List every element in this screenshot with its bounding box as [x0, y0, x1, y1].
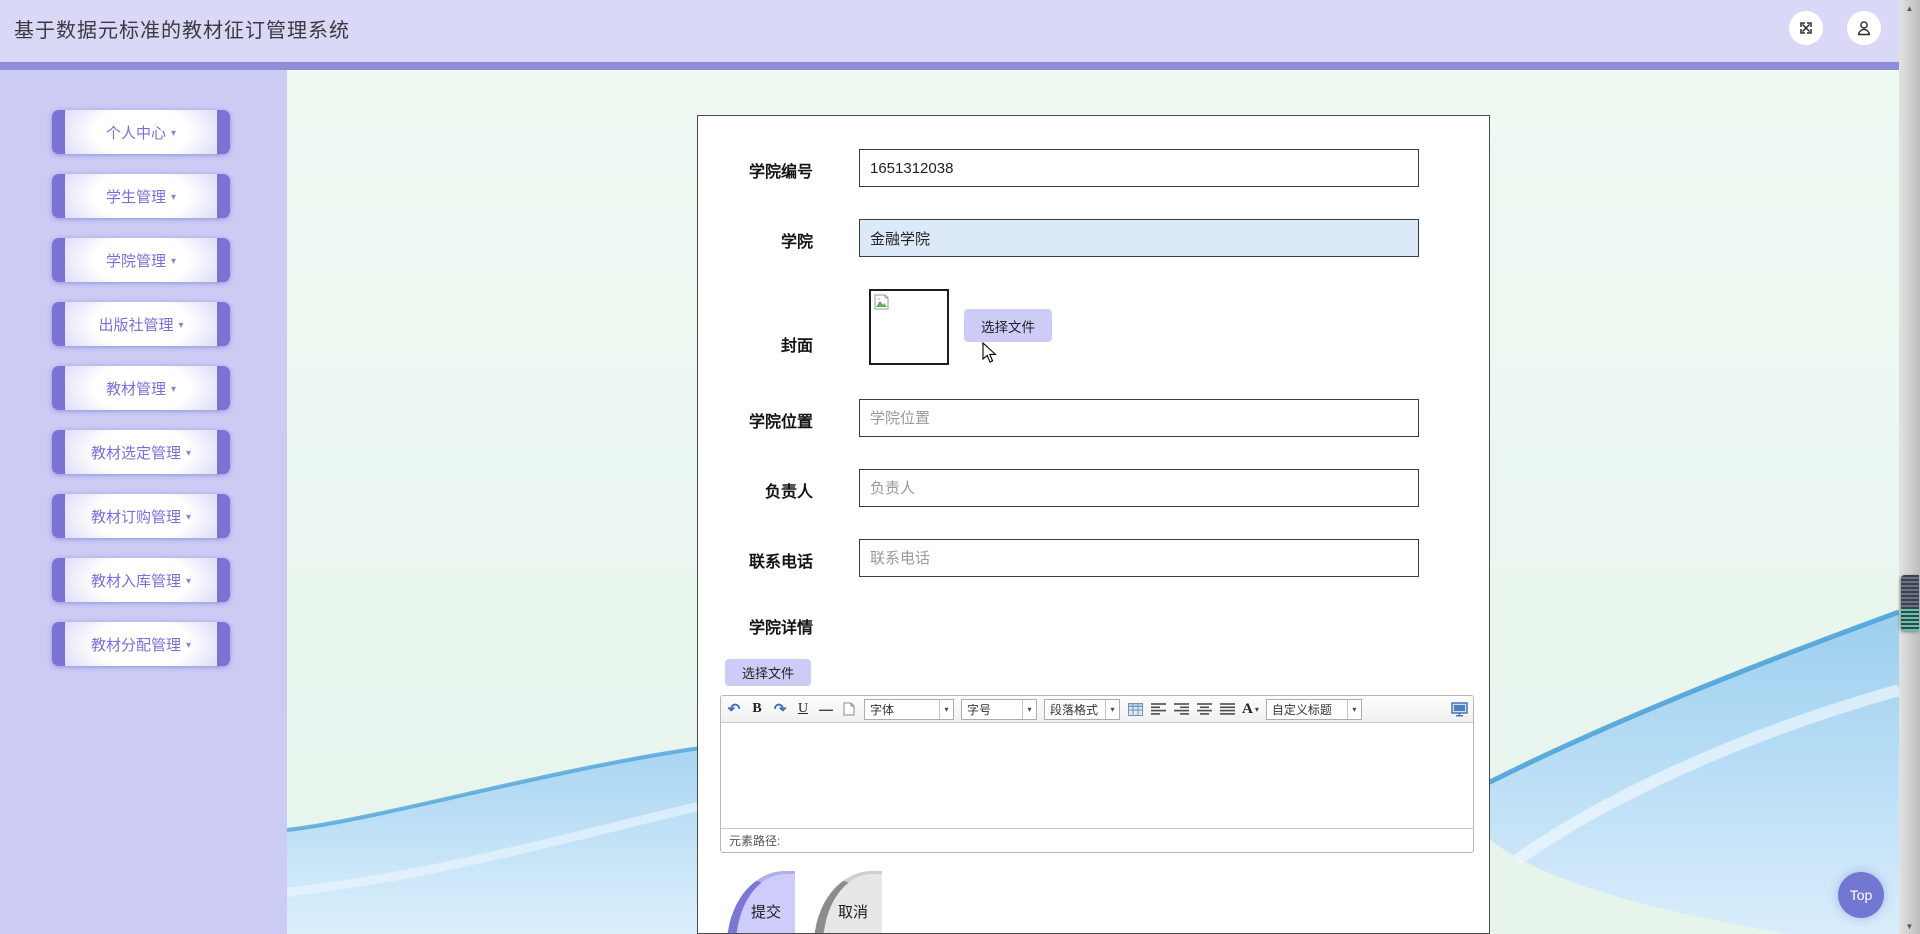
college-edit-form-panel: 学院编号 学院 封面 选择文件 学院位置 负责人 联系电话 学院详情 选择文件 … — [697, 115, 1490, 934]
editor-content-area[interactable] — [721, 723, 1473, 828]
chevron-down-icon: ▾ — [170, 192, 177, 203]
insert-table-icon[interactable] — [1127, 699, 1143, 719]
font-family-select[interactable]: 字体 ▾ — [864, 698, 954, 720]
detail-label: 学院详情 — [748, 620, 813, 637]
font-color-button[interactable]: A ▾ — [1242, 699, 1259, 719]
sidebar-item-textbook-allocation-mgmt[interactable]: 教材分配管理 ▾ — [52, 622, 230, 666]
phone-label: 联系电话 — [748, 554, 813, 571]
font-size-select[interactable]: 字号 ▾ — [961, 698, 1037, 720]
new-document-icon[interactable] — [841, 699, 857, 719]
align-right-icon[interactable] — [1173, 699, 1189, 719]
cover-image-preview — [869, 289, 949, 365]
location-label: 学院位置 — [748, 414, 813, 431]
cancel-button[interactable]: 取消 — [814, 871, 882, 933]
manager-input[interactable] — [859, 469, 1419, 507]
chevron-down-icon: ▾ — [170, 128, 177, 139]
chevron-down-icon: ▾ — [185, 512, 192, 523]
fullscreen-editor-icon[interactable] — [1451, 699, 1468, 719]
sidebar-item-textbook-storage-mgmt[interactable]: 教材入库管理 ▾ — [52, 558, 230, 602]
sidebar-item-publisher-mgmt[interactable]: 出版社管理 ▾ — [52, 302, 230, 346]
chevron-down-icon: ▾ — [170, 256, 177, 267]
fullscreen-icon — [1800, 22, 1812, 34]
app-window: 基于数据元标准的教材征订管理系统 个人中心 ▾ 学生管理 ▾ 学院管理 ▾ 出版社管理… — [0, 0, 1920, 934]
bold-icon[interactable]: B — [749, 699, 765, 719]
scrollbar-down-arrow[interactable]: ▼ — [1899, 918, 1920, 934]
scrollbar-up-arrow[interactable]: ▲ — [1899, 0, 1920, 16]
location-input[interactable] — [859, 399, 1419, 437]
sidebar-item-textbook-selection-mgmt[interactable]: 教材选定管理 ▾ — [52, 430, 230, 474]
college-label: 学院 — [780, 234, 813, 251]
align-justify-icon[interactable] — [1219, 699, 1235, 719]
page-scrollbar[interactable]: ▲ ▼ — [1899, 0, 1920, 934]
fullscreen-button[interactable] — [1789, 11, 1823, 45]
chevron-down-icon: ▾ — [1254, 704, 1259, 714]
broken-image-icon — [874, 294, 889, 310]
horizontal-rule-icon[interactable]: — — [818, 699, 834, 719]
chevron-down-icon: ▾ — [1346, 699, 1361, 719]
align-left-icon[interactable] — [1150, 699, 1166, 719]
manager-label: 负责人 — [764, 484, 813, 501]
scroll-to-top-button[interactable]: Top — [1838, 872, 1884, 918]
sidebar-item-textbook-order-mgmt[interactable]: 教材订购管理 ▾ — [52, 494, 230, 538]
chevron-down-icon: ▾ — [170, 384, 177, 395]
undo-icon[interactable]: ↶ — [726, 699, 742, 719]
redo-icon[interactable]: ↷ — [772, 699, 788, 719]
college-name-input[interactable] — [859, 219, 1419, 257]
chevron-down-icon: ▾ — [1022, 699, 1036, 719]
page-title: 基于数据元标准的教材征订管理系统 — [14, 20, 350, 42]
header-bar: 基于数据元标准的教材征订管理系统 — [0, 0, 1920, 62]
user-icon — [1857, 21, 1871, 36]
chevron-down-icon: ▾ — [185, 640, 192, 651]
user-profile-button[interactable] — [1847, 11, 1881, 45]
custom-title-select[interactable]: 自定义标题 ▾ — [1265, 698, 1362, 720]
chevron-down-icon: ▾ — [185, 576, 192, 587]
college-id-label: 学院编号 — [748, 164, 813, 181]
cover-label: 封面 — [780, 338, 813, 355]
sidebar-item-student-mgmt[interactable]: 学生管理 ▾ — [52, 174, 230, 218]
chevron-down-icon: ▾ — [178, 320, 184, 331]
submit-button[interactable]: 提交 — [727, 871, 795, 933]
editor-status-bar: 元素路径: — [721, 828, 1473, 852]
chevron-down-icon: ▾ — [939, 699, 953, 719]
underline-icon[interactable]: U — [795, 699, 811, 719]
chevron-down-icon: ▾ — [1105, 699, 1119, 719]
detail-choose-file-button[interactable]: 选择文件 — [725, 659, 811, 686]
sidebar-item-personal-center[interactable]: 个人中心 ▾ — [52, 110, 230, 154]
chevron-down-icon: ▾ — [185, 448, 192, 459]
sidebar-item-textbook-mgmt[interactable]: 教材管理 ▾ — [52, 366, 230, 410]
header-divider — [0, 62, 1920, 70]
align-center-icon[interactable] — [1196, 699, 1212, 719]
paragraph-format-select[interactable]: 段落格式 ▾ — [1044, 698, 1120, 720]
cover-choose-file-button[interactable]: 选择文件 — [964, 309, 1052, 342]
phone-input[interactable] — [859, 539, 1419, 577]
editor-toolbar: ↶ B ↷ U — 字体 ▾ 字号 ▾ 段落格式 ▾ A ▾ 自定义标题 ▾ — [721, 696, 1473, 723]
sidebar-item-college-mgmt[interactable]: 学院管理 ▾ — [52, 238, 230, 282]
rich-text-editor: ↶ B ↷ U — 字体 ▾ 字号 ▾ 段落格式 ▾ A ▾ 自定义标题 ▾ 元… — [720, 695, 1474, 853]
college-id-input[interactable] — [859, 149, 1419, 187]
scrollbar-widget[interactable] — [1901, 575, 1919, 631]
sidebar-menu: 个人中心 ▾ 学生管理 ▾ 学院管理 ▾ 出版社管理 ▾ 教材管理 ▾ 教材选定管理 ▾ 教… — [0, 70, 287, 934]
element-path-label: 元素路径: — [729, 834, 781, 848]
